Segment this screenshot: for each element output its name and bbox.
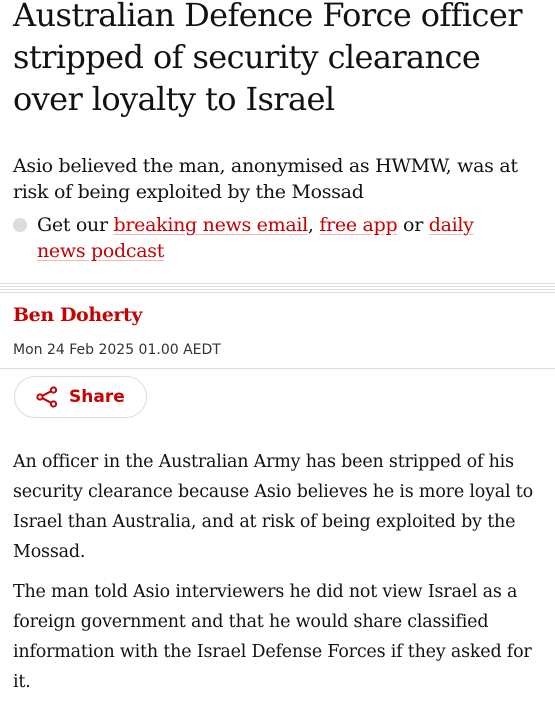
share-icon bbox=[35, 385, 59, 409]
body-paragraph: An officer in the Australian Army has be… bbox=[13, 452, 533, 562]
share-label: Share bbox=[69, 387, 125, 407]
solid-divider bbox=[0, 368, 555, 369]
daily-news-podcast-link[interactable]: daily bbox=[429, 214, 474, 236]
standfirst: Asio believed the man, anonymised as HWM… bbox=[13, 155, 518, 203]
promo-prefix: Get our bbox=[37, 214, 114, 236]
dotted-divider bbox=[0, 283, 555, 293]
dateline: Mon 24 Feb 2025 01.00 AEDT bbox=[13, 342, 221, 358]
promo-line: Get our breaking news email, free app or… bbox=[13, 212, 548, 264]
promo-indent: news podcast bbox=[13, 240, 164, 262]
daily-news-podcast-link-continued[interactable]: news podcast bbox=[37, 240, 164, 262]
share-button[interactable]: Share bbox=[14, 376, 147, 418]
promo-separator: , bbox=[307, 214, 320, 236]
bullet-icon bbox=[13, 218, 27, 232]
byline-author-link[interactable]: Ben Doherty bbox=[13, 302, 142, 328]
headline: Australian Defence Force officer strippe… bbox=[13, 0, 523, 118]
breaking-news-email-link[interactable]: breaking news email bbox=[114, 214, 309, 236]
article-body: An officer in the Australian Army has be… bbox=[13, 447, 548, 707]
free-app-link[interactable]: free app bbox=[319, 214, 397, 236]
body-paragraph: The man told Asio interviewers he did no… bbox=[13, 582, 532, 692]
promo-separator: or bbox=[397, 214, 429, 236]
